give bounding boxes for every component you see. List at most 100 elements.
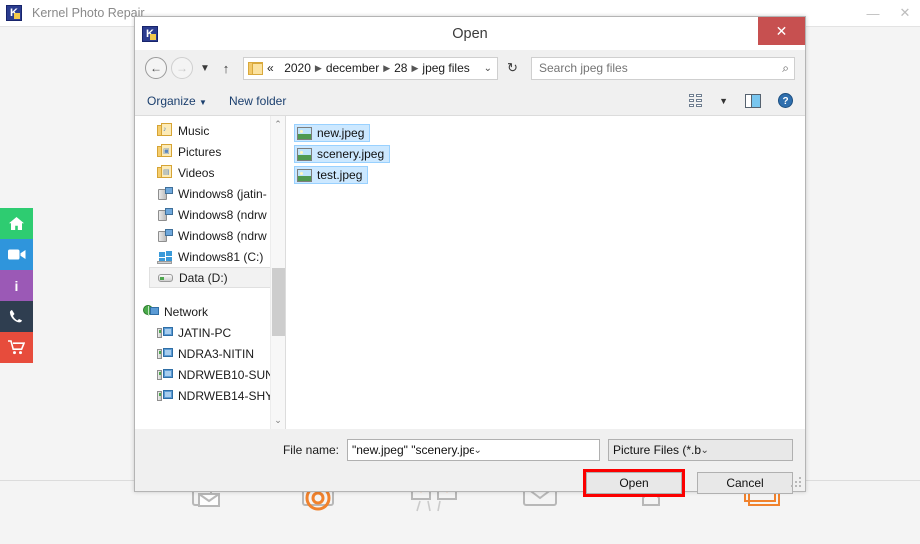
dialog-main-area: ♪ Music ▣ Pictures ▤ Videos Windows8 (ja… (135, 116, 805, 429)
sidebar-item-data-d[interactable]: Data (D:) (149, 267, 277, 288)
sidebar-item-label: NDRWEB14-SHY (178, 388, 274, 403)
sidebar-item-label: Music (178, 123, 210, 138)
chevron-down-icon[interactable]: ⌄ (701, 445, 789, 456)
resize-grip[interactable] (791, 477, 802, 488)
address-bar[interactable]: « 2020 ▶ december ▶ 28 ▶ jpeg files ⌄ (243, 56, 498, 80)
list-item[interactable]: scenery.jpeg (294, 145, 391, 163)
computer-icon (157, 346, 173, 361)
organize-menu[interactable]: Organize ▼ (147, 94, 207, 108)
computer-icon (157, 325, 173, 340)
file-name-label: test.jpeg (317, 168, 363, 182)
file-name-label: new.jpeg (317, 126, 365, 140)
forward-button[interactable]: → (171, 57, 193, 79)
toolbar-right-group: ▼ ? (689, 93, 793, 108)
scroll-down-icon[interactable]: ⌄ (271, 412, 285, 429)
image-file-icon (297, 147, 312, 161)
sidebar-item-windows8-ndrw-1[interactable]: Windows8 (ndrw (135, 204, 285, 225)
sidebar-scrollbar[interactable]: ⌃ ⌄ (270, 116, 285, 429)
help-icon[interactable]: ? (778, 93, 793, 108)
file-list-pane[interactable]: new.jpeg scenery.jpeg test.jpeg (285, 116, 805, 429)
breadcrumb-item-3[interactable]: jpeg files (422, 61, 469, 75)
sidebar-item-ndrweb10-sun[interactable]: NDRWEB10-SUN (135, 364, 285, 385)
sidebar-item-music[interactable]: ♪ Music (135, 120, 285, 141)
chevron-down-icon[interactable]: ⌄ (484, 63, 495, 74)
app-logo-icon: K (6, 5, 22, 21)
refresh-icon[interactable]: ↻ (502, 57, 523, 80)
breadcrumb-item-2[interactable]: 28 (394, 61, 407, 75)
dialog-title: Open (452, 25, 488, 42)
sidebar-item-label: JATIN-PC (178, 325, 232, 340)
sidebar-item-windows8-ndrw-2[interactable]: Windows8 (ndrw (135, 225, 285, 246)
sidebar-item-jatin-pc[interactable]: JATIN-PC (135, 322, 285, 343)
breadcrumb-item-1[interactable]: december (326, 61, 379, 75)
sidebar-item-windows8-jatin[interactable]: Windows8 (jatin- (135, 183, 285, 204)
scroll-up-icon[interactable]: ⌃ (271, 116, 285, 133)
chevron-down-icon[interactable]: ⌄ (474, 445, 596, 456)
sidebar-item-ndra3-nitin[interactable]: NDRA3-NITIN (135, 343, 285, 364)
search-icon: ⌕ (782, 60, 789, 75)
windows-drive-icon (157, 249, 173, 264)
list-item[interactable]: new.jpeg (294, 124, 371, 142)
image-file-icon (297, 168, 312, 182)
sidebar-item-label: Pictures (178, 144, 222, 159)
navigation-pane: ♪ Music ▣ Pictures ▤ Videos Windows8 (ja… (135, 116, 285, 429)
sidebar-item-label: NDRWEB10-SUN (178, 367, 274, 382)
breadcrumb-separator: ▶ (383, 62, 391, 73)
file-row: scenery.jpeg (294, 145, 805, 166)
sidebar-item-label: Windows81 (C:) (178, 249, 264, 264)
open-button-highlight: Open (583, 469, 685, 497)
file-name-label: File name: (282, 443, 339, 457)
file-row: new.jpeg (294, 124, 805, 145)
file-type-filter-value: Picture Files (*.bmp;*.gif;*.jpg;* (613, 443, 701, 457)
sidebar-item-label: Windows8 (ndrw (178, 228, 267, 243)
network-drive-icon (157, 186, 173, 201)
cancel-button[interactable]: Cancel (697, 472, 793, 494)
cart-icon[interactable] (0, 332, 33, 363)
dialog-titlebar: K Open ✕ (135, 17, 805, 50)
sidebar-item-label: Data (D:) (179, 270, 228, 285)
view-chevron-down-icon[interactable]: ▼ (719, 96, 728, 106)
recent-locations-dropdown[interactable]: ▼ (197, 63, 213, 74)
info-icon[interactable]: i (0, 270, 33, 301)
back-button[interactable]: ← (145, 57, 167, 79)
breadcrumb-item-0[interactable]: 2020 (284, 61, 311, 75)
home-icon[interactable] (0, 208, 33, 239)
sidebar-item-ndrweb14-shy[interactable]: NDRWEB14-SHY (135, 385, 285, 406)
file-type-filter-select[interactable]: Picture Files (*.bmp;*.gif;*.jpg;* ⌄ (608, 439, 793, 461)
dialog-close-button[interactable]: ✕ (758, 17, 805, 45)
scrollbar-thumb[interactable] (272, 268, 285, 336)
chevron-down-icon: ▼ (199, 97, 207, 107)
preview-pane-icon[interactable] (745, 93, 761, 108)
video-icon[interactable] (0, 239, 33, 270)
network-drive-icon (157, 228, 173, 243)
file-row: test.jpeg (294, 166, 805, 187)
close-icon[interactable]: ✕ (896, 5, 914, 21)
file-name-input[interactable]: "new.jpeg" "scenery.jpeg" "test.jpeg" ⌄ (347, 439, 600, 461)
change-view-icon[interactable] (689, 94, 703, 107)
new-folder-button[interactable]: New folder (229, 94, 286, 108)
file-name-label: scenery.jpeg (317, 147, 385, 161)
folder-icon: ♪ (157, 123, 173, 138)
phone-icon[interactable] (0, 301, 33, 332)
sidebar-item-label: NDRA3-NITIN (178, 346, 255, 361)
file-name-row: File name: "new.jpeg" "scenery.jpeg" "te… (135, 439, 793, 461)
computer-icon (157, 367, 173, 382)
sidebar-item-pictures[interactable]: ▣ Pictures (135, 141, 285, 162)
computer-icon (157, 388, 173, 403)
file-name-value: "new.jpeg" "scenery.jpeg" "test.jpeg" (352, 443, 474, 457)
dialog-toolbar: Organize ▼ New folder ▼ ? (135, 86, 805, 116)
sidebar-item-network[interactable]: Network (135, 301, 285, 322)
sidebar-item-videos[interactable]: ▤ Videos (135, 162, 285, 183)
search-input[interactable] (537, 60, 783, 76)
sidebar-item-windows81-c[interactable]: Windows81 (C:) (135, 246, 285, 267)
folder-icon: ▤ (157, 165, 173, 180)
app-title: Kernel Photo Repair (32, 6, 145, 20)
folder-icon: ▣ (157, 144, 173, 159)
minimize-icon[interactable]: — (864, 6, 882, 21)
up-button[interactable]: ↑ (217, 61, 235, 76)
list-item[interactable]: test.jpeg (294, 166, 369, 184)
search-box[interactable]: ⌕ (531, 56, 795, 80)
breadcrumb-prefix: « (267, 61, 274, 75)
open-button[interactable]: Open (586, 472, 682, 494)
